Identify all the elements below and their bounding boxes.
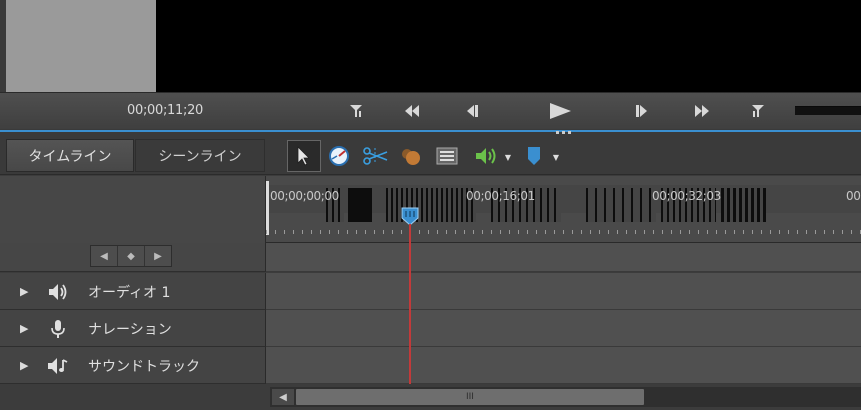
keyframe-nav: ◀ ◆ ▶ (90, 245, 172, 267)
tab-timeline[interactable]: タイムライン (6, 139, 134, 172)
mark-in-icon (350, 105, 362, 117)
track-label: サウンドトラック (88, 359, 200, 375)
volume-slider[interactable] (795, 106, 861, 115)
step-back-button[interactable] (462, 102, 482, 120)
audio-menu-button[interactable]: ▼ (465, 140, 511, 172)
list-icon (436, 147, 458, 164)
divider-grip[interactable] (556, 131, 576, 134)
music-speaker-icon[interactable] (46, 356, 70, 376)
ruler-header (0, 176, 266, 243)
fast-forward-icon (695, 105, 709, 117)
microphone-icon[interactable] (46, 319, 70, 339)
mark-out-icon (752, 105, 764, 117)
monitor-panel (0, 0, 861, 92)
scroll-grip: III (466, 392, 474, 402)
arrow-pointer-icon (297, 145, 310, 166)
time-ruler[interactable]: 00;00;00;00 00;00;16;01 00;00;32;03 00 (266, 176, 861, 243)
smart-trim-button[interactable] (357, 140, 393, 172)
play-button[interactable] (548, 102, 572, 120)
fast-forward-button[interactable] (692, 102, 712, 120)
prev-keyframe-button[interactable]: ◀ (91, 246, 118, 266)
ruler-timecode: 00;00;16;01 (466, 189, 535, 203)
timeline-scroll-area: ◀ III (0, 384, 861, 410)
ruler-timecode: 00 (846, 189, 861, 203)
track-area-top (266, 243, 861, 272)
expand-triangle-icon[interactable]: ▶ (20, 322, 28, 335)
track-label: ナレーション (88, 322, 172, 338)
ruler-dense-block (586, 188, 656, 222)
expand-triangle-icon[interactable]: ▶ (20, 359, 28, 372)
mixer-icon (402, 148, 420, 165)
tool-buttons: ▼ ▼ (287, 139, 559, 172)
ruler-timecode: 00;00;00;00 (270, 189, 339, 203)
playhead-handle[interactable] (400, 206, 420, 226)
track-header-soundtrack[interactable]: ▶ サウンドトラック (0, 347, 266, 384)
play-icon (550, 103, 571, 119)
rewind-icon (405, 105, 419, 117)
track-nav-row: ◀ ◆ ▶ (0, 243, 266, 272)
tab-sceneline[interactable]: シーンライン (135, 139, 265, 172)
track-label: オーディオ 1 (88, 285, 171, 301)
marker-icon (528, 146, 540, 165)
speaker-icon (476, 147, 496, 164)
step-forward-icon (636, 105, 647, 117)
timeline-toolbar: タイムライン シーンライン ▼ ▼ (0, 135, 861, 175)
step-forward-button[interactable] (632, 102, 652, 120)
ruler-dense-block (721, 188, 766, 222)
track-lane-audio-1[interactable] (266, 273, 861, 310)
selection-tool-button[interactable] (287, 139, 321, 172)
track-lane-soundtrack[interactable] (266, 347, 861, 384)
chevron-down-icon: ▼ (504, 152, 511, 162)
mark-out-button[interactable] (748, 102, 768, 120)
smart-mix-button[interactable] (393, 140, 429, 172)
mark-in-button[interactable] (346, 102, 366, 120)
track-header-audio-1[interactable]: ▶ オーディオ 1 (0, 273, 266, 310)
next-keyframe-button[interactable]: ▶ (145, 246, 171, 266)
step-back-icon (467, 105, 478, 117)
speaker-icon[interactable] (46, 282, 70, 302)
transport-bar: 00;00;11;20 (0, 92, 861, 129)
scissors-icon (363, 146, 388, 165)
monitor-side-panel (6, 0, 156, 92)
track-lane-narration[interactable] (266, 310, 861, 347)
current-timecode[interactable]: 00;00;11;20 (127, 103, 203, 118)
clock-icon (329, 145, 349, 166)
scroll-left-pad (0, 384, 266, 410)
playhead-line[interactable] (409, 224, 411, 385)
add-keyframe-button[interactable]: ◆ (118, 246, 145, 266)
scroll-left-button[interactable]: ◀ (272, 389, 294, 405)
time-stretch-button[interactable] (321, 140, 357, 172)
expand-triangle-icon[interactable]: ▶ (20, 285, 28, 298)
ruler-ticks (266, 230, 861, 234)
rewind-button[interactable] (402, 102, 422, 120)
ruler-timecode: 00;00;32;03 (652, 189, 721, 203)
divider-accent (0, 130, 861, 132)
track-header-narration[interactable]: ▶ ナレーション (0, 310, 266, 347)
clip-list-button[interactable] (429, 140, 465, 172)
video-editor: 00;00;11;20 タイムライン シーンライン ▼ ▼ 00;00;00;0… (0, 0, 861, 410)
ruler-dense-block (348, 188, 372, 222)
marker-menu-button[interactable]: ▼ (513, 140, 559, 172)
ruler-start-marker (266, 181, 269, 235)
video-preview[interactable] (156, 0, 861, 92)
chevron-down-icon: ▼ (552, 152, 559, 162)
